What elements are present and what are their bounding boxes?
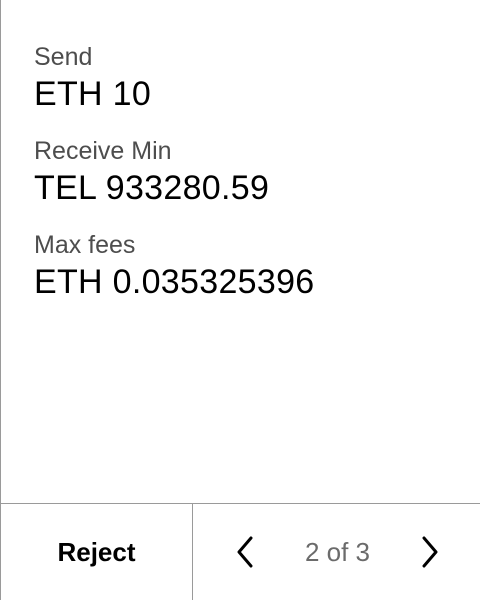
- transaction-details: Send ETH 10 Receive Min TEL 933280.59 Ma…: [34, 42, 480, 324]
- send-field: Send ETH 10: [34, 42, 480, 114]
- max-fees-label: Max fees: [34, 231, 136, 259]
- page-navigator: 2 of 3: [193, 504, 480, 600]
- page-indicator: 2 of 3: [304, 536, 371, 567]
- chevron-right-icon: [422, 536, 438, 568]
- chevron-left-icon: [237, 536, 253, 568]
- receive-min-label: Receive Min: [34, 137, 172, 165]
- next-page-button[interactable]: [418, 532, 442, 572]
- send-label: Send: [34, 43, 93, 71]
- transaction-review-screen: Send ETH 10 Receive Min TEL 933280.59 Ma…: [0, 0, 480, 600]
- receive-min-value: TEL 933280.59: [34, 169, 270, 207]
- send-value: ETH 10: [34, 75, 152, 113]
- max-fees-value: ETH 0.035325396: [34, 263, 315, 301]
- reject-button[interactable]: Reject: [1, 504, 193, 600]
- max-fees-field: Max fees ETH 0.035325396: [34, 230, 480, 302]
- action-footer: Reject 2 of 3: [1, 503, 480, 600]
- previous-page-button[interactable]: [233, 532, 257, 572]
- receive-min-field: Receive Min TEL 933280.59: [34, 136, 480, 208]
